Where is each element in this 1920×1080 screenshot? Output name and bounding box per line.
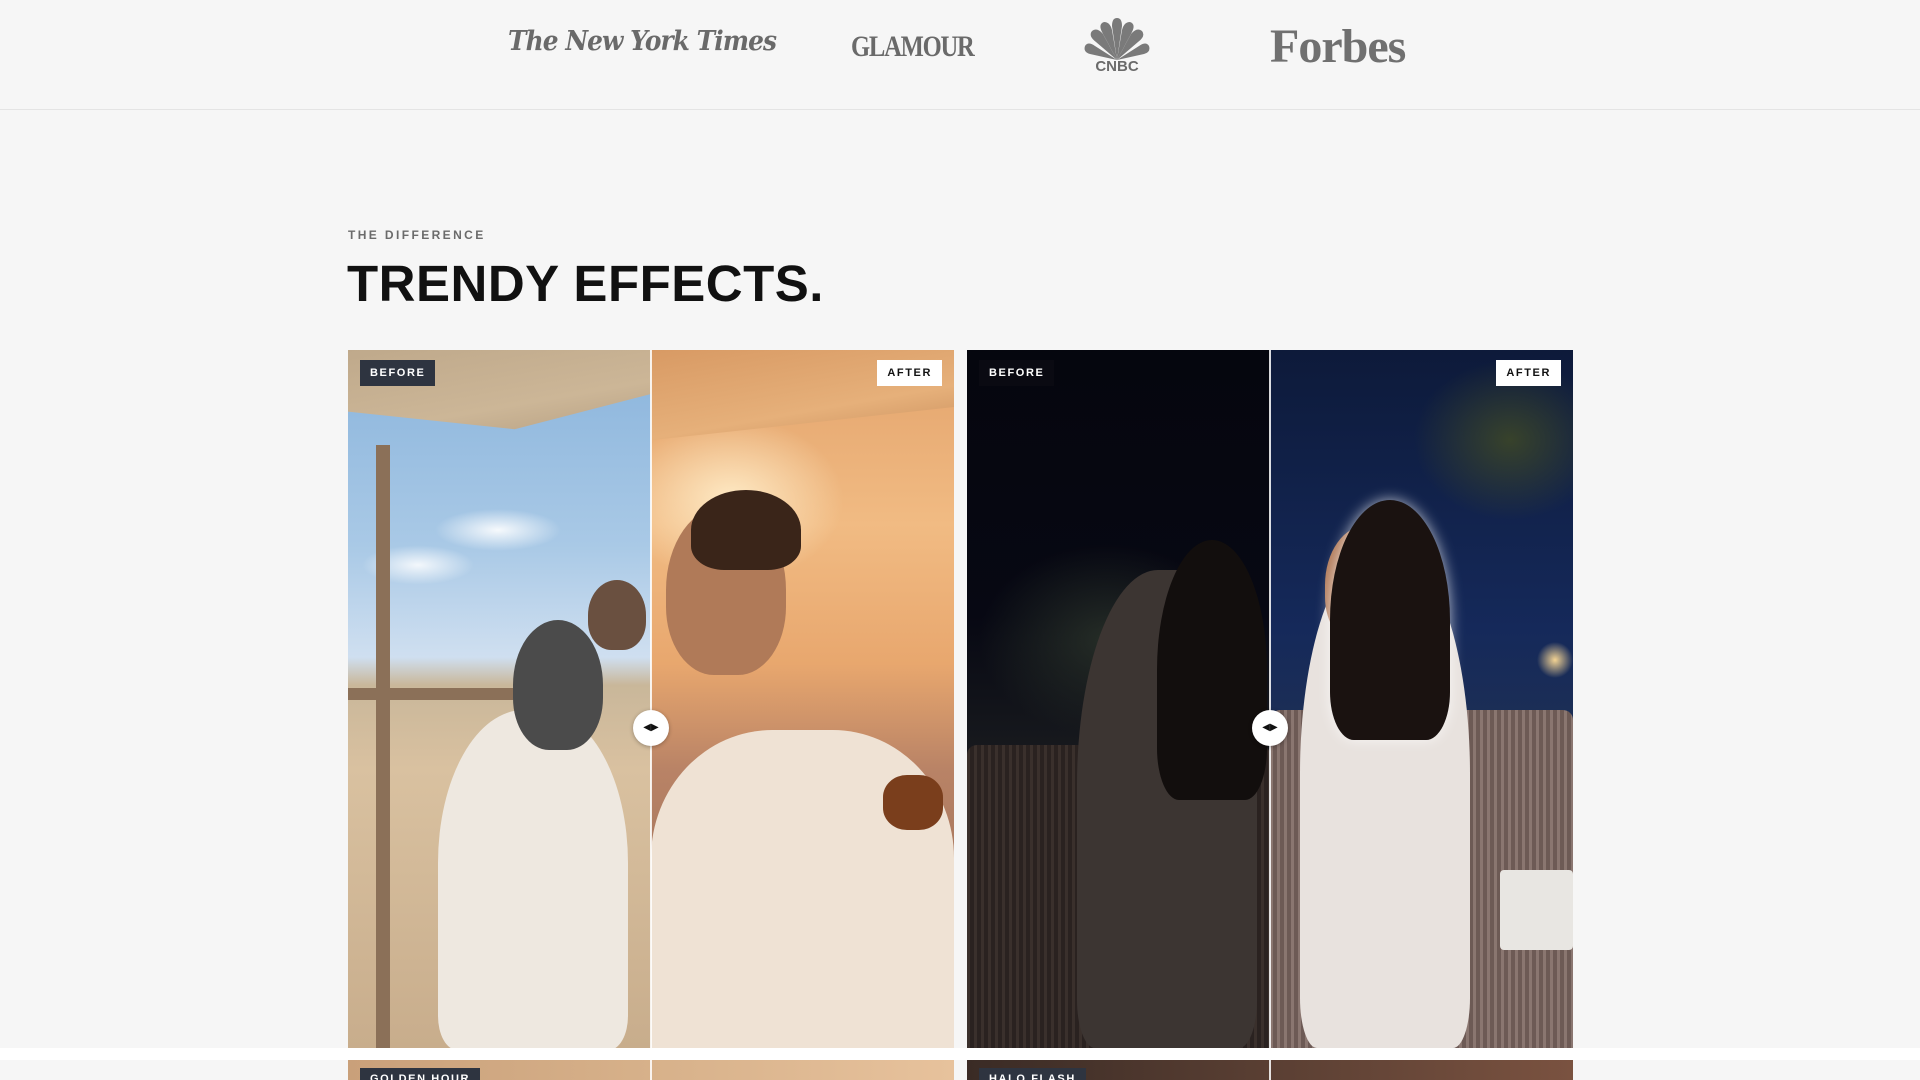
wooden-post	[376, 445, 390, 1048]
woman-hair	[691, 490, 801, 570]
woman-hair-dark	[1157, 540, 1267, 800]
before-after-card-halo-flash[interactable]: ◀▶ BEFORE AFTER	[967, 350, 1573, 1048]
nyt-logo: The New York Times	[508, 26, 777, 57]
compare-divider[interactable]	[1269, 350, 1271, 1048]
after-image	[651, 350, 954, 1048]
section-eyebrow: THE DIFFERENCE	[348, 228, 486, 242]
after-badge: AFTER	[1496, 360, 1561, 386]
press-logo-bar: The New York Times GLAMOUR CNBC Forbes	[0, 0, 1920, 110]
cnbc-logo: CNBC	[1082, 18, 1152, 76]
forbes-logo: Forbes	[1270, 20, 1406, 73]
before-after-card-preview[interactable]: HALO FLASH	[967, 1060, 1573, 1080]
compare-divider	[650, 1060, 652, 1080]
peacock-icon	[1084, 18, 1150, 60]
marble-table	[1500, 870, 1573, 950]
after-image	[1270, 350, 1573, 1048]
left-right-arrows-icon: ◀▶	[1262, 722, 1278, 733]
compare-slider-handle[interactable]: ◀▶	[633, 710, 669, 746]
compare-divider	[1269, 1060, 1271, 1080]
after-badge: AFTER	[877, 360, 942, 386]
before-after-card-golden-hour[interactable]: ◀▶ BEFORE AFTER	[348, 350, 954, 1048]
glamour-logo: GLAMOUR	[851, 30, 975, 63]
before-badge: BEFORE	[979, 360, 1055, 386]
before-image	[967, 350, 1270, 1048]
effect-label: HALO FLASH	[979, 1068, 1086, 1080]
effect-label: GOLDEN HOUR	[360, 1068, 481, 1080]
section-title: TRENDY EFFECTS.	[347, 255, 824, 312]
left-right-arrows-icon: ◀▶	[643, 722, 659, 733]
section-spacer	[0, 1048, 1920, 1060]
before-badge: BEFORE	[360, 360, 436, 386]
compare-divider[interactable]	[650, 350, 652, 1048]
woman-hair-halo	[1330, 500, 1450, 740]
head-silhouette	[588, 580, 646, 650]
seated-woman-striped	[513, 620, 603, 750]
before-image	[348, 350, 651, 1048]
woman-in-white-before	[438, 710, 628, 1048]
compare-slider-handle[interactable]: ◀▶	[1252, 710, 1288, 746]
before-after-card-preview[interactable]: GOLDEN HOUR	[348, 1060, 954, 1080]
wooden-bracelet	[883, 775, 943, 830]
cnbc-wordmark: CNBC	[1095, 58, 1139, 75]
